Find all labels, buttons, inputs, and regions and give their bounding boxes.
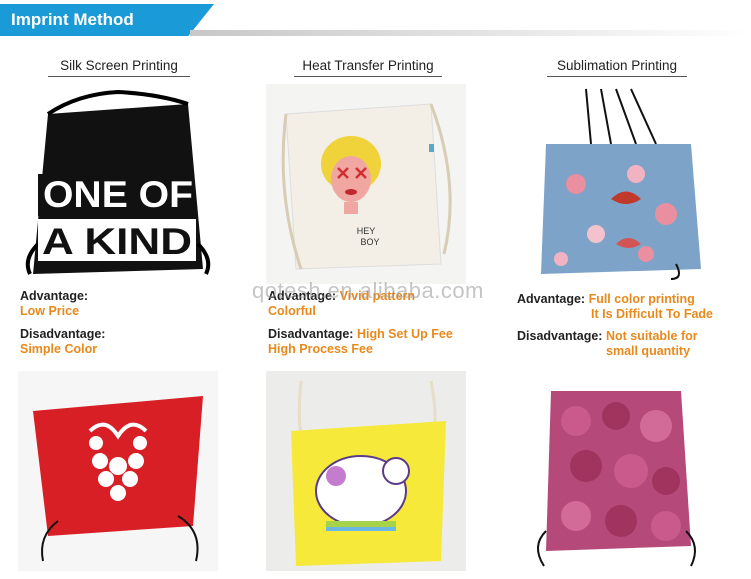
bag-print-line-2: BOY xyxy=(360,237,379,247)
header-banner: Imprint Method xyxy=(0,4,214,36)
bag-print-line-2: A KIND xyxy=(42,221,192,262)
red-bag-raspberry-logo-image xyxy=(18,371,218,571)
heading-sublimation: Sublimation Printing xyxy=(547,57,687,77)
disadvantage-heat-transfer: Disadvantage: High Set Up Fee High Proce… xyxy=(268,327,453,356)
advantage-sublimation: Advantage: Full color printing It Is Dif… xyxy=(517,292,713,321)
disadvantage-sublimation: Disadvantage: Not suitable for small qua… xyxy=(517,329,698,358)
rose-print-bag-image xyxy=(516,371,716,571)
watermark: qotesh.en.alibaba.com xyxy=(252,278,484,303)
heading-heat-transfer: Heat Transfer Printing xyxy=(294,57,442,77)
page-title: Imprint Method xyxy=(11,10,134,29)
canvas-bag-with-portrait-image: HEY BOY xyxy=(266,84,466,284)
floral-sublimation-bag-image xyxy=(516,84,716,284)
black-drawstring-bag-image: ONE OF A KIND xyxy=(18,84,218,284)
advantage-silk-screen: Advantage: Low Price xyxy=(20,289,89,318)
disadvantage-silk-screen: Disadvantage: Simple Color xyxy=(20,327,106,356)
heading-silk-screen: Silk Screen Printing xyxy=(48,57,190,77)
yellow-bag-unicorn-image xyxy=(266,371,466,571)
bag-print-line-1: HEY xyxy=(357,226,376,236)
bag-print-line-1: ONE OF xyxy=(43,174,193,215)
header-divider xyxy=(190,30,751,36)
